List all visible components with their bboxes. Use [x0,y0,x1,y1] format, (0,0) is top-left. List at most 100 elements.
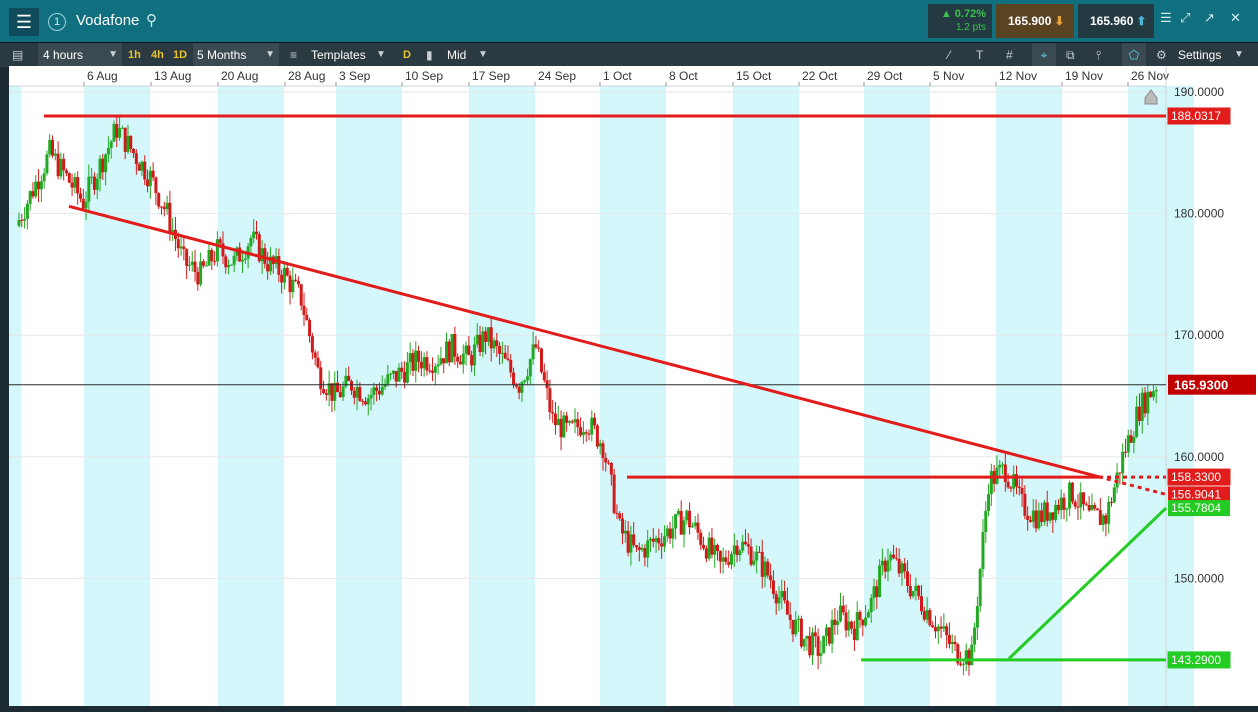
crosshair-icon[interactable]: ⌖ [1032,43,1056,67]
candle-up [567,421,571,423]
candle-down [358,387,362,401]
x-tick-label: 15 Oct [736,69,772,83]
candle-up [73,177,77,188]
candle-down [400,367,404,372]
candle-up [866,612,870,618]
gear-icon[interactable]: ⚙ [1156,43,1167,67]
candle-down [123,127,127,152]
candle-down [266,264,270,272]
candle-down [62,158,66,171]
candle-down [601,443,605,458]
candle-down [883,560,887,572]
candle-down [316,357,320,368]
sell-price: 165.900 [1008,14,1052,28]
candle-up [397,367,401,382]
candle-up [95,178,99,190]
candle-down [503,352,507,359]
price-type-letter[interactable]: D [403,43,411,67]
x-tick-label: 5 Nov [933,69,964,83]
candle-up [215,239,219,262]
search-icon[interactable]: ⚲ [146,11,157,29]
candle-down [1129,435,1133,443]
quick-interval-4h[interactable]: 4h [151,43,164,67]
chart-layout-icon[interactable]: ☰ [1160,10,1172,26]
range-select[interactable]: 5 Months ▼ [193,43,279,67]
candle-down [945,626,949,636]
price-chart[interactable]: 190.0000 180.0000 170.0000 160.0000 150.0000… [9,66,1258,706]
week-band [218,86,284,706]
candle-down [456,356,460,362]
candle-up [461,353,465,365]
candle-up [1059,497,1063,511]
candle-down [51,139,55,156]
settings-button[interactable]: Settings [1178,43,1221,67]
candle-up [34,181,38,197]
candle-down [635,545,638,548]
candle-up [439,358,443,365]
candle-down [160,206,163,208]
candle-down [76,177,80,194]
candle-down [182,246,186,250]
chart-svg[interactable]: 190.0000 180.0000 170.0000 160.0000 150.0000… [9,66,1258,706]
candle-down [394,370,398,382]
candle-down [587,433,591,435]
buy-price: 165.960 [1090,14,1134,28]
candle-down [953,641,957,645]
popout-icon[interactable]: ↗ [1204,10,1215,26]
indicator-icon[interactable]: ⫯ [1096,43,1101,67]
candle-down [157,193,161,207]
interval-select[interactable]: 4 hours ▼ [38,43,122,67]
candle-up [282,267,286,283]
buy-button[interactable]: 165.960 ⬆ [1078,4,1154,38]
candle-down [897,558,901,574]
candle-down [1076,506,1080,508]
price-mode-button[interactable]: Mid [447,43,466,67]
candle-down [1040,510,1044,522]
candle-down [143,161,147,180]
candle-up [260,248,264,262]
candle-up [165,202,169,210]
grid-icon[interactable]: # [1006,43,1013,67]
quick-interval-1h[interactable]: 1h [128,43,141,67]
sell-button[interactable]: 165.900 ⬇ [996,4,1074,38]
candle-down [115,124,119,138]
candle-up [914,585,918,591]
candle-down [626,530,630,553]
candle-up [1132,436,1136,443]
candle-up [391,370,395,374]
candle-up [1001,464,1005,466]
candle-up [355,387,359,398]
candle-up [629,534,633,553]
workspace-number-badge[interactable]: 1 [48,13,66,31]
candle-up [872,586,876,598]
candle-down [151,170,155,178]
draw-line-icon[interactable]: ∕ [948,43,950,67]
hamburger-menu-icon[interactable]: ☰ [9,8,39,36]
templates-button[interactable]: Templates [311,43,366,67]
expand-icon[interactable]: ⤢ [1180,10,1190,26]
candle-up [90,176,94,178]
candle-down [1082,492,1086,505]
layers-icon[interactable]: ⧉ [1066,43,1075,67]
candle-down [618,513,622,519]
candle-up [998,464,1002,468]
templates-icon: ≡ [290,48,298,62]
candle-down [425,357,429,371]
candle-up [590,417,594,435]
candle-up [104,154,108,173]
candle-down [484,331,488,342]
text-tool-icon[interactable]: T [976,43,983,67]
candle-up [291,279,295,293]
candle-down [939,626,943,629]
panel-icon[interactable]: ▤ [12,43,23,67]
candle-up [227,264,231,268]
candle-down [702,544,706,549]
close-icon[interactable]: ✕ [1230,10,1241,26]
candle-up [25,203,29,219]
quick-interval-1d[interactable]: 1D [173,43,187,67]
candle-down [1149,391,1153,398]
candle-down [1051,512,1055,520]
label-icon[interactable]: ⬠ [1122,43,1146,67]
candle-down [1087,505,1091,511]
candle-down [933,627,937,632]
